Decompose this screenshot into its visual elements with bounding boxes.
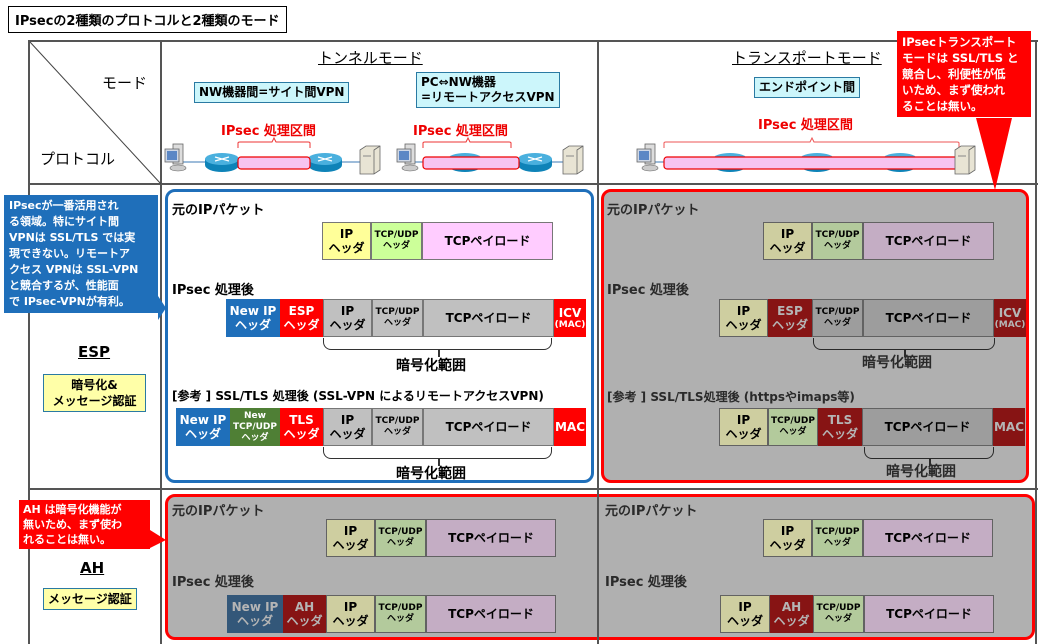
esp-callout-pointer	[158, 296, 166, 320]
callout-line: で IPsec-VPNが有利。	[9, 295, 130, 308]
transport-callout: IPsecトランスポート モードは SSL/TLS と 競合し、利便性が低 いた…	[897, 31, 1031, 117]
callout-line: クセス VPNは SSL-VPN	[9, 263, 139, 276]
callout-line: VPNは SSL/TLS では実	[9, 231, 136, 244]
callout-line: IPsecが一番活用され	[9, 199, 119, 212]
callout-line: いため、まず使われ	[902, 83, 1005, 97]
transport-callout-pointer	[976, 118, 1012, 190]
callout-line: と競合するが、性能面	[9, 279, 119, 292]
callout-line: モードは SSL/TLS と	[902, 51, 1019, 65]
ah-callout: AH は暗号化機能が 無いため、まず使わ れることは無い。	[19, 500, 150, 549]
callout-line: AH は暗号化機能が	[23, 503, 122, 516]
callout-line: る領域。特にサイト間	[9, 215, 119, 228]
esp-callout: IPsecが一番活用され る領域。特にサイト間 VPNは SSL/TLS では実…	[4, 195, 158, 313]
callout-line: 無いため、まず使わ	[23, 518, 122, 531]
callout-pointers	[150, 118, 1012, 548]
callout-line: ることは無い。	[902, 99, 983, 113]
callout-line: IPsecトランスポート	[902, 35, 1017, 49]
callout-line: れることは無い。	[23, 533, 111, 546]
ah-callout-pointer	[150, 530, 166, 548]
callout-line: 競合し、利便性が低	[902, 67, 1006, 81]
callout-line: 現できない。リモートア	[9, 247, 130, 260]
